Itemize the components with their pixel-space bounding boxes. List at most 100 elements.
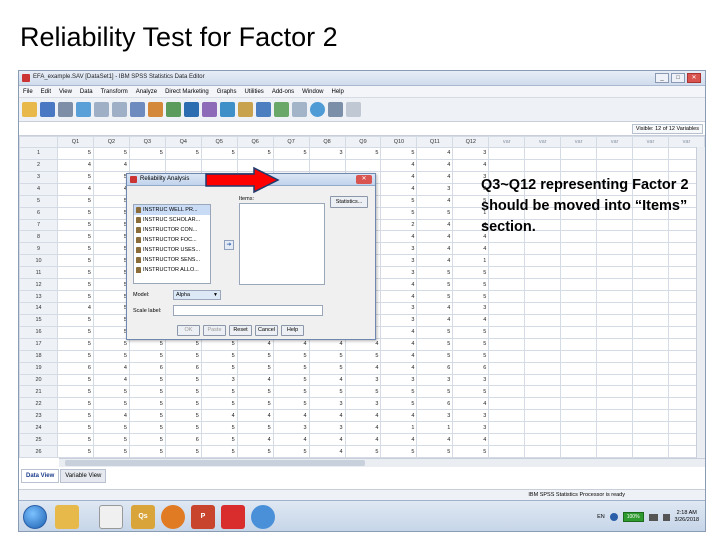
data-cell[interactable]: [632, 301, 669, 315]
data-cell[interactable]: 4: [416, 433, 454, 447]
data-cell[interactable]: [560, 397, 598, 411]
data-cell[interactable]: 5: [92, 170, 130, 184]
value-labels-icon[interactable]: [292, 102, 307, 117]
data-cell[interactable]: 3: [272, 421, 310, 435]
data-cell[interactable]: 5: [272, 361, 310, 375]
data-cell[interactable]: [488, 397, 526, 411]
data-cell[interactable]: [488, 409, 526, 423]
data-cell[interactable]: 5: [416, 385, 454, 399]
row-number[interactable]: 14: [19, 301, 58, 315]
data-cell[interactable]: [596, 313, 633, 327]
maximize-button[interactable]: □: [671, 73, 685, 83]
row-number[interactable]: 13: [19, 290, 58, 303]
data-cell[interactable]: [344, 158, 382, 172]
data-cell[interactable]: 5: [128, 385, 166, 399]
data-cell[interactable]: 5: [92, 397, 130, 411]
data-cell[interactable]: [596, 301, 633, 315]
data-cell[interactable]: 5: [57, 147, 94, 160]
data-cell[interactable]: 4: [344, 361, 382, 375]
data-cell[interactable]: [596, 433, 633, 447]
data-cell[interactable]: [560, 242, 598, 256]
data-cell[interactable]: [488, 290, 526, 303]
data-cell[interactable]: 5: [57, 409, 94, 423]
data-cell[interactable]: 5: [57, 206, 94, 220]
column-header-q5[interactable]: Q5: [200, 136, 238, 148]
data-cell[interactable]: 5: [57, 313, 94, 327]
data-cell[interactable]: 5: [128, 409, 166, 423]
data-cell[interactable]: 6: [57, 361, 94, 375]
data-cell[interactable]: [524, 278, 562, 292]
data-cell[interactable]: [128, 158, 166, 172]
paste-button[interactable]: Paste: [203, 325, 226, 336]
column-header-q4[interactable]: Q4: [164, 136, 202, 148]
tab-data-view[interactable]: Data View: [21, 469, 60, 483]
data-cell[interactable]: [488, 313, 526, 327]
data-cell[interactable]: 5: [452, 337, 490, 351]
data-cell[interactable]: 5: [128, 337, 166, 351]
data-cell[interactable]: 4: [380, 325, 418, 339]
data-cell[interactable]: [560, 266, 598, 280]
data-cell[interactable]: [488, 254, 526, 268]
dialog-close-button[interactable]: ✕: [356, 175, 372, 184]
data-cell[interactable]: 5: [272, 373, 310, 387]
data-cell[interactable]: [488, 385, 526, 399]
variable-list-item[interactable]: INSTRUCTOR ALLO...: [134, 265, 210, 275]
data-cell[interactable]: 5: [92, 349, 130, 363]
variable-list-item[interactable]: INSTRUCTOR SENS...: [134, 255, 210, 265]
column-header-q1[interactable]: Q1: [57, 136, 94, 148]
data-cell[interactable]: 5: [236, 147, 274, 160]
data-cell[interactable]: [632, 445, 669, 458]
data-cell[interactable]: [560, 301, 598, 315]
row-number[interactable]: 8: [19, 230, 58, 244]
data-cell[interactable]: 5: [92, 218, 130, 232]
row-number[interactable]: 2: [19, 158, 58, 172]
data-cell[interactable]: 5: [92, 421, 130, 435]
data-cell[interactable]: 4: [344, 409, 382, 423]
data-cell[interactable]: [632, 290, 669, 303]
data-cell[interactable]: [632, 266, 669, 280]
row-number[interactable]: 20: [19, 373, 58, 387]
data-cell[interactable]: 5: [416, 266, 454, 280]
data-cell[interactable]: [560, 373, 598, 387]
menu-window[interactable]: Window: [302, 89, 323, 95]
data-cell[interactable]: 3: [452, 421, 490, 435]
data-cell[interactable]: [596, 349, 633, 363]
data-cell[interactable]: 5: [272, 445, 310, 458]
data-cell[interactable]: 4: [92, 182, 130, 196]
data-cell[interactable]: 5: [57, 325, 94, 339]
data-cell[interactable]: 3: [308, 397, 346, 411]
data-cell[interactable]: 5: [164, 337, 202, 351]
data-cell[interactable]: 5: [164, 385, 202, 399]
data-cell[interactable]: [596, 266, 633, 280]
row-number[interactable]: 23: [19, 409, 58, 423]
menu-transform[interactable]: Transform: [101, 89, 128, 95]
network-icon[interactable]: [648, 513, 658, 521]
data-cell[interactable]: [488, 433, 526, 447]
weight-cases-icon[interactable]: [256, 102, 271, 117]
data-cell[interactable]: 5: [92, 385, 130, 399]
data-cell[interactable]: [596, 409, 633, 423]
data-cell[interactable]: [560, 445, 598, 458]
data-cell[interactable]: 4: [308, 445, 346, 458]
data-cell[interactable]: 5: [92, 242, 130, 256]
data-cell[interactable]: 5: [416, 337, 454, 351]
column-header-q10[interactable]: Q10: [380, 136, 418, 148]
data-cell[interactable]: 1: [416, 421, 454, 435]
row-number[interactable]: 19: [19, 361, 58, 375]
data-cell[interactable]: 5: [128, 445, 166, 458]
data-cell[interactable]: 5: [128, 397, 166, 411]
data-cell[interactable]: 5: [236, 361, 274, 375]
data-cell[interactable]: [488, 445, 526, 458]
data-cell[interactable]: 4: [380, 433, 418, 447]
redo-icon[interactable]: [112, 102, 127, 117]
menu-graphs[interactable]: Graphs: [217, 89, 237, 95]
data-cell[interactable]: 5: [57, 349, 94, 363]
battery-indicator[interactable]: 100%: [622, 512, 644, 522]
data-cell[interactable]: [632, 397, 669, 411]
data-cell[interactable]: [524, 290, 562, 303]
data-cell[interactable]: 5: [308, 361, 346, 375]
data-cell[interactable]: [524, 266, 562, 280]
data-cell[interactable]: 1: [452, 254, 490, 268]
data-cell[interactable]: 5: [452, 349, 490, 363]
data-cell[interactable]: 5: [57, 421, 94, 435]
